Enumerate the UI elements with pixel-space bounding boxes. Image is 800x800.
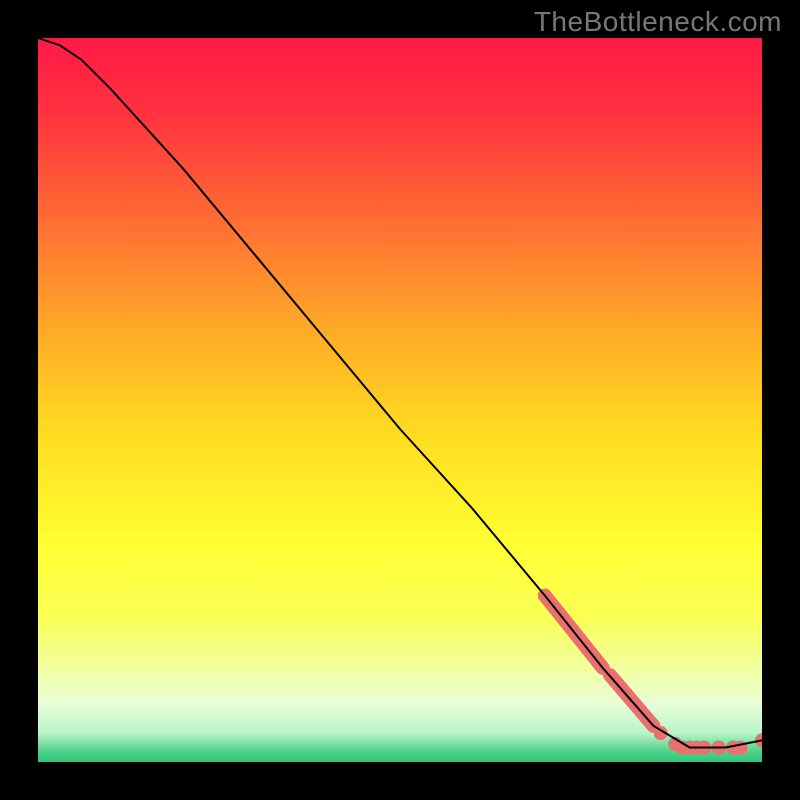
highlight-point (733, 741, 747, 755)
gradient-background (38, 38, 762, 762)
bottleneck-plot (38, 38, 762, 762)
chart-frame: TheBottleneck.com (0, 0, 800, 800)
watermark-text: TheBottleneck.com (534, 6, 782, 38)
plot-svg (38, 38, 762, 762)
